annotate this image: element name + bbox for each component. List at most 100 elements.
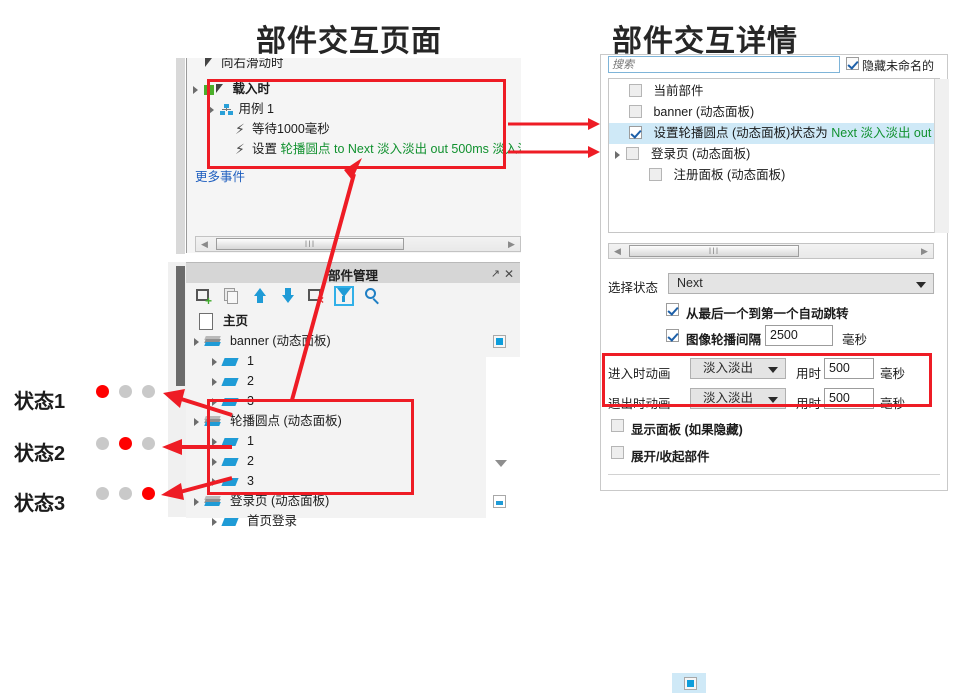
filter-icon[interactable] <box>334 286 354 306</box>
expander-triangle-icon[interactable] <box>194 417 199 426</box>
tree-row-banner[interactable]: banner (动态面板) <box>609 102 939 123</box>
target-tree-hscrollbar[interactable]: ◀ III ▶ <box>608 243 934 259</box>
exit-duration-input[interactable]: 500 <box>824 388 874 409</box>
wm-row-banner-state2-label: 2 <box>246 374 254 388</box>
scroll-left-arrow-icon[interactable]: ◀ <box>197 237 212 251</box>
expander-triangle-icon[interactable] <box>615 150 620 159</box>
tree-vertical-scrollbar[interactable] <box>934 79 949 233</box>
widget-manager-titlebar: 部件管理 ↗ ✕ <box>186 263 520 283</box>
row-checkbox[interactable] <box>629 84 642 97</box>
wm-row-home[interactable]: 主页 <box>186 311 520 331</box>
event-row-onload[interactable]: 载入时 <box>193 80 270 99</box>
search-input[interactable] <box>608 56 840 73</box>
wm-row-banner-state3-label: 3 <box>246 394 254 408</box>
state-label-3: 状态3 <box>14 493 66 515</box>
event-row-case1[interactable]: 用例 1 <box>209 100 274 119</box>
expander-triangle-icon[interactable] <box>193 85 198 94</box>
expander-triangle-icon[interactable] <box>212 377 217 386</box>
wm-row-login-state[interactable]: 首页登录 <box>186 511 520 531</box>
tree-row-login-panel[interactable]: 登录页 (动态面板) <box>609 144 939 165</box>
state-icon <box>221 397 240 406</box>
state-icon <box>221 357 240 366</box>
scroll-left-arrow-icon[interactable]: ◀ <box>610 244 625 258</box>
green-square-icon <box>204 84 215 95</box>
wm-row-banner[interactable]: banner (动态面板) <box>186 331 520 351</box>
expander-triangle-icon[interactable] <box>212 397 217 406</box>
event-row-setstate[interactable]: ⚡ 设置 轮播圆点 to Next 淡入淡出 out 500ms 淡入淡 <box>235 140 521 159</box>
tree-row-current-widget[interactable]: 当前部件 <box>609 81 939 102</box>
enter-duration-label: 用时 <box>796 367 822 381</box>
collapse-caret-icon[interactable] <box>495 460 507 467</box>
event-row-case1-label: 用例 1 <box>238 102 274 116</box>
event-row-onload-label: 载入时 <box>232 82 270 96</box>
select-state-label: 选择状态 <box>608 281 659 295</box>
row-checkbox[interactable] <box>626 147 640 160</box>
show-panel-checkbox[interactable] <box>611 419 624 432</box>
expander-triangle-icon[interactable] <box>212 437 217 446</box>
wm-row-banner-state3[interactable]: 3 <box>186 391 520 411</box>
duplicate-icon[interactable] <box>222 286 242 306</box>
state2-dot-2 <box>119 437 132 450</box>
enter-animation-label: 进入时动画 <box>608 367 671 381</box>
hide-unnamed-checkbox[interactable] <box>846 57 859 70</box>
tree-row-banner-label: banner (动态面板) <box>653 105 755 119</box>
scroll-right-arrow-icon[interactable]: ▶ <box>917 244 932 258</box>
show-panel-label: 显示面板 (如果隐藏) <box>631 423 743 437</box>
wm-row-dots-visibility-checkbox[interactable] <box>684 677 697 690</box>
event-row-setstate-target: 轮播圆点 <box>280 142 331 156</box>
wm-row-dots-state2[interactable]: 2 <box>186 451 520 471</box>
wm-row-dots-state1[interactable]: 1 <box>186 431 520 451</box>
expander-triangle-icon[interactable] <box>212 477 217 486</box>
row-checkbox[interactable] <box>629 105 642 118</box>
add-group-icon[interactable]: + <box>194 286 214 307</box>
auto-loop-checkbox[interactable] <box>666 303 679 316</box>
popout-icon[interactable]: ↗ <box>491 267 500 280</box>
wm-vertical-scrollbar-thumb[interactable] <box>176 266 185 386</box>
wm-row-banner-state1-label: 1 <box>246 354 254 368</box>
expander-triangle-icon[interactable] <box>212 517 217 526</box>
tree-row-register-panel[interactable]: 注册面板 (动态面板) <box>609 165 939 186</box>
move-down-icon[interactable] <box>278 286 298 306</box>
wm-row-dots-state3[interactable]: 3 <box>186 471 520 491</box>
interactions-vertical-scrollbar[interactable] <box>176 58 185 254</box>
tree-row-dots-setstate[interactable]: 设置轮播圆点 (动态面板)状态为 Next 淡入淡出 out 500ms <box>609 123 939 144</box>
expander-triangle-icon[interactable] <box>194 497 199 506</box>
event-row-wait[interactable]: ⚡ 等待1000毫秒 <box>235 120 330 139</box>
remove-group-icon[interactable]: × <box>306 286 326 306</box>
cursor-icon <box>216 83 227 96</box>
expander-triangle-icon[interactable] <box>212 457 217 466</box>
hscroll-thumb[interactable]: III <box>629 245 799 257</box>
expander-triangle-icon[interactable] <box>194 337 199 346</box>
exit-animation-dropdown[interactable]: 淡入淡出 <box>690 388 786 409</box>
panel-divider <box>608 474 940 475</box>
expand-collapse-checkbox[interactable] <box>611 446 624 459</box>
enter-duration-input[interactable]: 500 <box>824 358 874 379</box>
expander-triangle-icon[interactable] <box>209 105 214 114</box>
select-state-dropdown[interactable]: Next <box>668 273 934 294</box>
close-icon[interactable]: ✕ <box>504 267 514 281</box>
interactions-hscrollbar[interactable]: ◀ III ▶ <box>195 236 521 252</box>
row-checkbox[interactable] <box>629 126 642 139</box>
chevron-down-icon <box>768 397 778 403</box>
enter-animation-dropdown[interactable]: 淡入淡出 <box>690 358 786 379</box>
hscroll-thumb[interactable]: III <box>216 238 404 250</box>
chevron-down-icon <box>916 282 926 288</box>
search-icon[interactable] <box>362 286 382 306</box>
wm-row-banner-state1[interactable]: 1 <box>186 351 520 371</box>
scroll-right-arrow-icon[interactable]: ▶ <box>504 237 519 251</box>
visibility-checkbox[interactable] <box>493 335 506 348</box>
wm-row-dots-state3-label: 3 <box>246 474 254 488</box>
wm-row-dots-panel[interactable]: 轮播圆点 (动态面板) <box>186 411 520 431</box>
widget-manager-title: 部件管理 <box>327 269 378 283</box>
row-checkbox[interactable] <box>649 168 662 181</box>
event-row-partial[interactable]: 向右滑动时 <box>205 58 284 73</box>
expander-triangle-icon[interactable] <box>212 357 217 366</box>
interval-checkbox[interactable] <box>666 329 679 342</box>
wm-row-banner-state2[interactable]: 2 <box>186 371 520 391</box>
interval-input[interactable]: 2500 <box>765 325 833 346</box>
more-events-link[interactable]: 更多事件 <box>195 168 245 187</box>
wm-row-login-panel[interactable]: 登录页 (动态面板) <box>186 491 520 511</box>
visibility-checkbox[interactable] <box>493 495 506 508</box>
select-state-value: Next <box>677 276 703 290</box>
move-up-icon[interactable] <box>250 286 270 306</box>
